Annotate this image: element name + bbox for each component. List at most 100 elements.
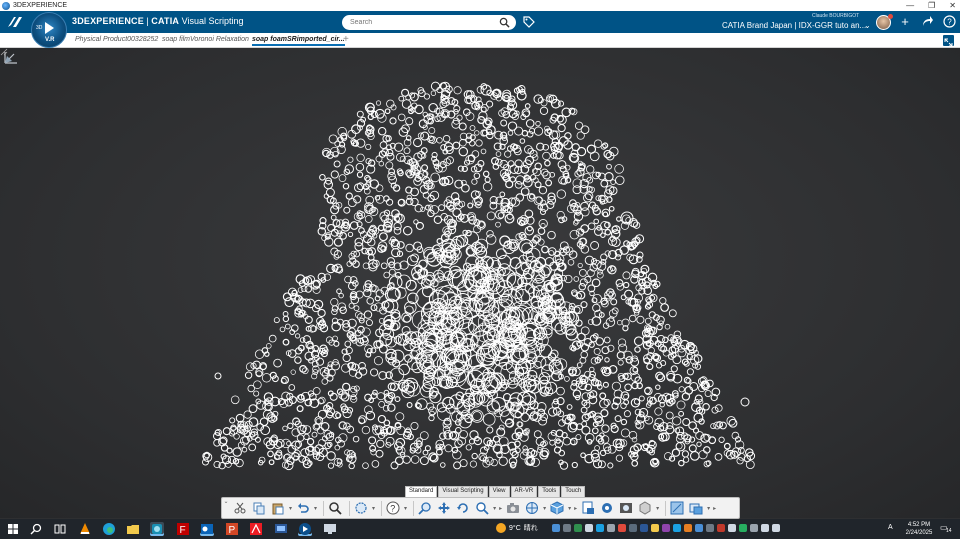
minimize-button[interactable]: — — [906, 1, 914, 10]
pan-icon[interactable] — [436, 501, 451, 516]
undo-icon[interactable] — [295, 501, 310, 516]
shape-dropdown-icon[interactable]: ▾ — [656, 505, 659, 512]
tray-app-icon[interactable] — [662, 524, 670, 532]
capture-icon[interactable] — [505, 501, 520, 516]
chevron-down-icon[interactable]: ⌄ — [864, 21, 871, 30]
paste-dropdown-icon[interactable]: ▾ — [289, 505, 292, 512]
tray-app-icon[interactable] — [651, 524, 659, 532]
zoom-area-icon[interactable] — [327, 501, 342, 516]
help-dropdown-icon[interactable]: ▾ — [404, 505, 407, 512]
layers-dropdown-icon[interactable]: ▾ — [707, 505, 710, 512]
tray-app-icon[interactable] — [563, 524, 571, 532]
tray-app-icon[interactable] — [761, 524, 769, 532]
tray-app-icon[interactable] — [706, 524, 714, 532]
compass-app-icon[interactable] — [298, 522, 312, 536]
tenant-selector[interactable]: CATIA Brand Japan | IDX-GGR tuto an... — [722, 21, 866, 30]
tab-tools[interactable]: Tools — [538, 486, 561, 497]
help-icon[interactable]: ? — [942, 15, 956, 29]
compass-widget[interactable]: 3D V.R — [31, 12, 67, 48]
tray-app-icon[interactable] — [717, 524, 725, 532]
acrobat-icon[interactable] — [249, 522, 263, 536]
tray-app-icon[interactable] — [673, 524, 681, 532]
tab-standard[interactable]: Standard — [405, 486, 438, 497]
tab-visual-scripting[interactable]: Visual Scripting — [438, 486, 488, 497]
tray-app-icon[interactable] — [684, 524, 692, 532]
3ds-logo-icon[interactable] — [6, 14, 24, 30]
tray-app-icon[interactable] — [596, 524, 604, 532]
cube-dropdown-icon[interactable]: ▾ — [568, 505, 571, 512]
tag-icon[interactable] — [522, 15, 536, 29]
search-icon[interactable] — [29, 522, 43, 536]
ime-indicator[interactable]: A — [888, 524, 893, 531]
foam-cell — [397, 198, 405, 206]
scissors-icon[interactable] — [232, 501, 247, 516]
tab-soap-foam[interactable]: soap foamSRimported_cir... — [252, 36, 345, 46]
soap-foam-model[interactable] — [0, 48, 960, 518]
tray-app-icon[interactable] — [695, 524, 703, 532]
layers-icon[interactable] — [688, 501, 703, 516]
vlc-icon[interactable] — [78, 522, 92, 536]
action-bar-grip[interactable]: ⌄ — [221, 497, 231, 519]
display-icon[interactable] — [323, 522, 337, 536]
tab-voronoi-relaxation[interactable]: soap filmVoronoi Relaxation — [162, 36, 249, 43]
edge-icon[interactable] — [102, 522, 116, 536]
tray-app-icon[interactable] — [750, 524, 758, 532]
speaker-icon[interactable] — [772, 524, 780, 532]
tab-touch[interactable]: Touch — [561, 486, 586, 497]
tray-app-icon[interactable] — [607, 524, 615, 532]
paste-icon[interactable] — [270, 501, 285, 516]
close-button[interactable]: ✕ — [949, 1, 956, 10]
help-icon[interactable]: ? — [385, 501, 400, 516]
windows-start-icon[interactable] — [6, 522, 20, 536]
filezilla-icon[interactable]: F — [176, 522, 190, 536]
search-icon[interactable] — [499, 17, 510, 28]
resize-grip-icon[interactable] — [0, 48, 8, 56]
view-icon[interactable] — [524, 501, 539, 516]
tab-view[interactable]: View — [488, 486, 510, 497]
maximize-button[interactable]: ❐ — [928, 1, 935, 10]
rotate-icon[interactable] — [455, 501, 470, 516]
fullscreen-icon[interactable] — [943, 35, 954, 47]
tab-ar-vr[interactable]: AR-VR — [510, 486, 538, 497]
search-input[interactable] — [350, 17, 490, 28]
3dexperience-taskbar-icon[interactable] — [150, 522, 164, 536]
outlook-icon[interactable] — [200, 522, 214, 536]
tray-app-icon[interactable] — [574, 524, 582, 532]
expand-arrow-icon-2[interactable]: ▸ — [574, 505, 577, 512]
product-icon[interactable] — [580, 501, 595, 516]
task-view-icon[interactable] — [53, 522, 67, 536]
view-dropdown-icon[interactable]: ▾ — [543, 505, 546, 512]
tab-physical-product[interactable]: Physical Product00328252 — [75, 36, 158, 43]
tray-app-icon[interactable] — [585, 524, 593, 532]
expand-arrow-icon[interactable]: ▸ — [499, 505, 502, 512]
share-icon[interactable] — [920, 15, 934, 29]
tray-app-icon[interactable] — [739, 524, 747, 532]
weather-widget[interactable]: 9°C 晴れ — [496, 523, 538, 533]
zoom-dropdown-icon[interactable]: ▾ — [493, 505, 496, 512]
tray-app-icon[interactable] — [552, 524, 560, 532]
copy-icon[interactable] — [251, 501, 266, 516]
zoom-icon[interactable] — [417, 501, 432, 516]
tray-app-icon[interactable] — [618, 524, 626, 532]
shape-icon[interactable] — [637, 501, 652, 516]
snap-icon[interactable] — [353, 501, 368, 516]
expand-arrow-icon-3[interactable]: ▸ — [713, 505, 716, 512]
cube-view-icon[interactable] — [549, 501, 564, 516]
add-tab-button[interactable]: + — [343, 34, 349, 45]
foam-cell — [467, 202, 474, 209]
tray-app-icon[interactable] — [728, 524, 736, 532]
settings-cube-icon[interactable] — [599, 501, 614, 516]
snap-dropdown-icon[interactable]: ▾ — [372, 505, 375, 512]
undo-dropdown-icon[interactable]: ▾ — [314, 505, 317, 512]
tray-app-icon[interactable] — [629, 524, 637, 532]
compass-icon[interactable] — [669, 501, 684, 516]
clock[interactable]: 4:52 PM 2/24/2025 — [900, 521, 938, 537]
tray-app-icon[interactable] — [640, 524, 648, 532]
zoom-in-out-icon[interactable] — [474, 501, 489, 516]
add-icon[interactable]: + — [898, 15, 912, 29]
file-explorer-icon[interactable] — [126, 522, 140, 536]
render-icon[interactable] — [618, 501, 633, 516]
powerpoint-icon[interactable]: P — [225, 522, 239, 536]
3d-viewport[interactable] — [0, 48, 960, 518]
remote-desktop-icon[interactable] — [274, 522, 288, 536]
